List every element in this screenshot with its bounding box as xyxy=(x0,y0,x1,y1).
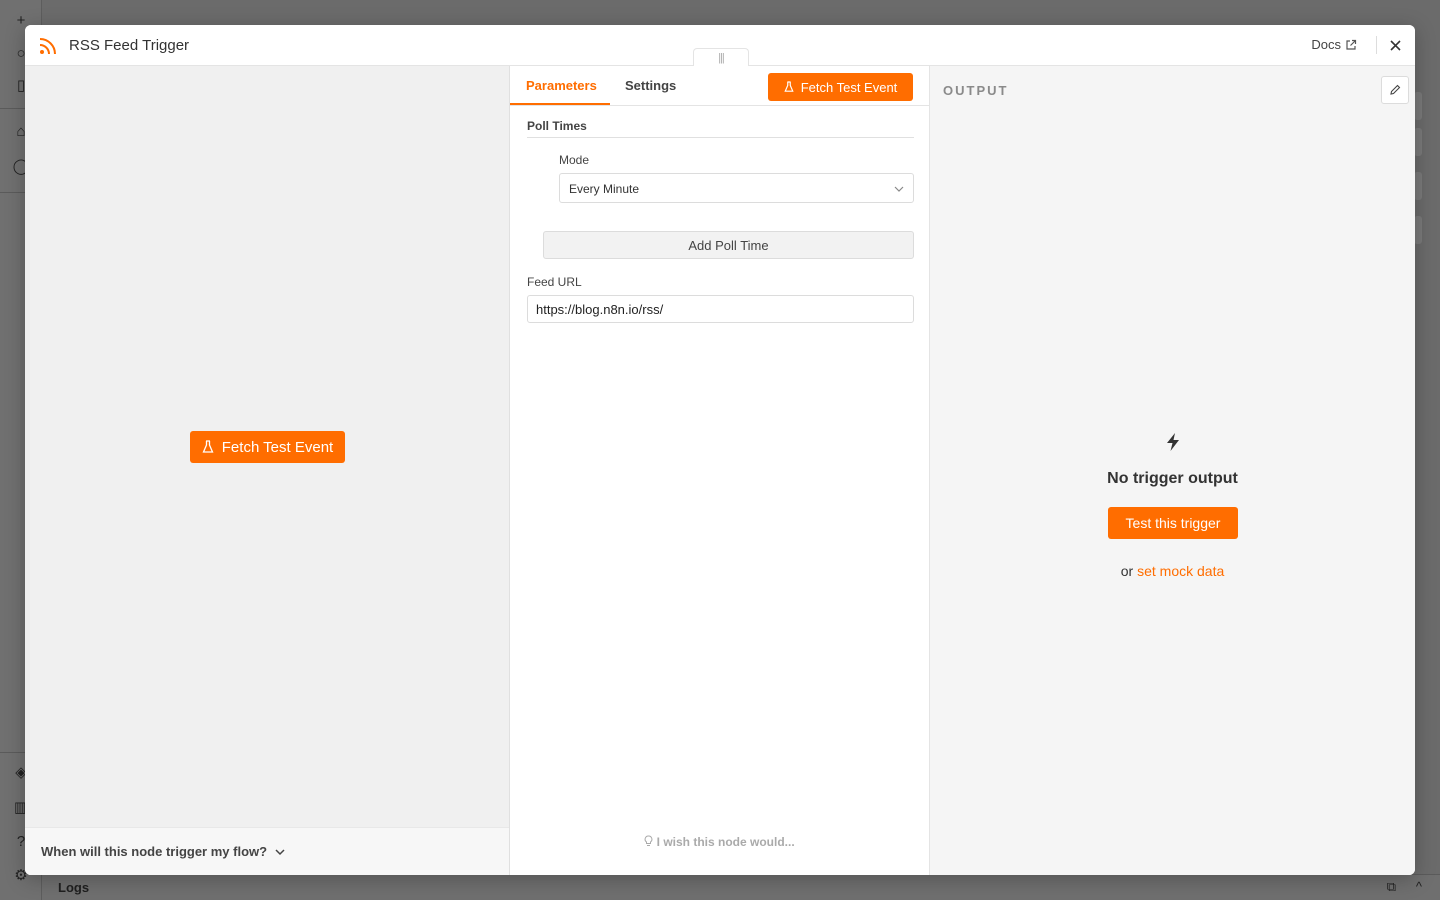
popout-icon: ⧉ xyxy=(1386,879,1396,894)
flask-icon xyxy=(784,81,794,92)
test-trigger-button[interactable]: Test this trigger xyxy=(1108,507,1238,539)
edit-output-button[interactable] xyxy=(1381,76,1409,104)
header-separator xyxy=(1376,36,1377,54)
chevron-up-icon: ^ xyxy=(1415,879,1422,894)
poll-times-title: Poll Times xyxy=(527,119,914,138)
add-poll-time-button[interactable]: Add Poll Time xyxy=(543,231,914,259)
pencil-icon xyxy=(1390,84,1401,95)
empty-state-title: No trigger output xyxy=(1107,470,1238,487)
tab-parameters[interactable]: Parameters xyxy=(526,78,597,93)
input-panel-footer: When will this node trigger my flow? xyxy=(25,827,509,875)
mock-prefix: or xyxy=(1120,563,1134,579)
feedback-link[interactable]: I wish this node would... xyxy=(510,835,929,849)
background-canvas-control xyxy=(1414,216,1422,244)
tab-settings[interactable]: Settings xyxy=(625,78,676,93)
fetch-button-label: Fetch Test Event xyxy=(800,79,898,95)
lightbulb-icon xyxy=(644,835,653,846)
logs-label: Logs xyxy=(58,880,90,895)
close-button[interactable] xyxy=(1385,35,1405,55)
fetch-test-event-button[interactable]: Fetch Test Event xyxy=(190,431,345,463)
rss-icon xyxy=(39,38,56,55)
output-panel: OUTPUT No trigger output Test this trigg… xyxy=(930,66,1415,875)
modal-title: RSS Feed Trigger xyxy=(69,37,190,54)
parameters-panel: ||| Parameters Settings Fetch Test Event… xyxy=(510,48,930,875)
panel-drag-handle[interactable]: ||| xyxy=(693,48,749,66)
mode-value: Every Minute xyxy=(569,182,640,196)
external-link-icon xyxy=(1346,39,1357,50)
node-details-modal: RSS Feed Trigger Docs Fetch Test Event W… xyxy=(25,25,1415,875)
set-mock-data-link[interactable]: set mock data xyxy=(1137,563,1224,579)
fetch-button-label: Fetch Test Event xyxy=(221,438,334,456)
docs-label: Docs xyxy=(1311,37,1341,52)
fetch-test-event-button[interactable]: Fetch Test Event xyxy=(768,73,913,101)
output-title: OUTPUT xyxy=(943,83,1009,98)
trigger-help-toggle[interactable]: When will this node trigger my flow? xyxy=(41,844,285,859)
feedback-label: I wish this node would... xyxy=(656,835,795,849)
background-canvas-control xyxy=(1414,92,1422,120)
panel-tabs: Parameters Settings Fetch Test Event xyxy=(510,66,929,106)
trigger-question-label: When will this node trigger my flow? xyxy=(41,844,268,859)
docs-link[interactable]: Docs xyxy=(1311,37,1357,52)
background-logs-bar: Logs ⧉ ^ xyxy=(42,874,1440,900)
mode-label: Mode xyxy=(559,153,590,167)
flask-icon xyxy=(202,440,214,453)
feed-url-input[interactable] xyxy=(527,295,914,323)
chevron-down-icon xyxy=(275,848,285,855)
chevron-down-icon xyxy=(894,186,904,192)
mode-select[interactable]: Every Minute xyxy=(559,173,914,203)
close-icon xyxy=(1389,39,1401,51)
mock-data-line: or set mock data xyxy=(930,563,1415,579)
background-canvas-control xyxy=(1414,128,1422,156)
bolt-icon xyxy=(1167,433,1179,451)
background-canvas-control xyxy=(1414,172,1422,200)
active-tab-indicator xyxy=(510,103,610,105)
feed-url-label: Feed URL xyxy=(527,275,582,289)
input-panel: Fetch Test Event When will this node tri… xyxy=(25,66,510,875)
